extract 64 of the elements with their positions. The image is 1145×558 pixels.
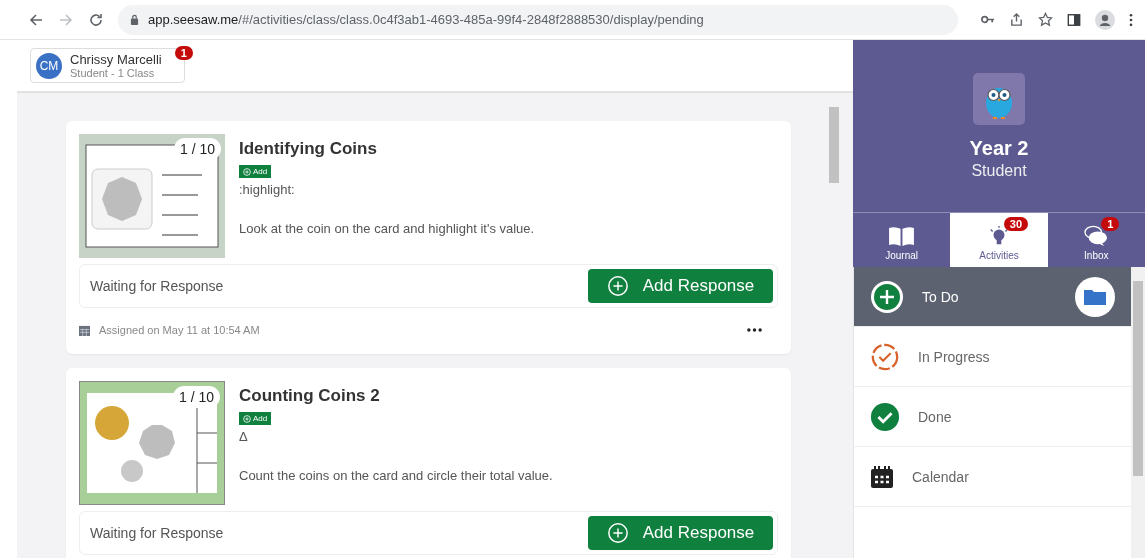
count-badge: 1	[1101, 217, 1120, 231]
user-subtitle: Student - 1 Class	[70, 67, 156, 79]
tab-label: Inbox	[1084, 250, 1109, 261]
plus-circle-icon	[243, 167, 251, 176]
plus-circle-icon	[606, 522, 629, 544]
activity-title: Counting Coins 2	[239, 386, 380, 406]
dashed-check-icon	[870, 341, 900, 372]
activity-image[interactable]: 1 / 10	[79, 381, 225, 505]
tab-label: Activities	[979, 250, 1019, 261]
folder-icon[interactable]	[1075, 276, 1115, 317]
plus-circle-icon	[243, 414, 251, 423]
filter-label: To Do	[922, 288, 959, 305]
filter-label: Calendar	[912, 468, 969, 485]
assigned-date: Assigned on May 11 at 10:54 AM	[99, 324, 260, 336]
class-name: Year 2	[969, 136, 1029, 160]
activity-image[interactable]: 1 / 10	[79, 134, 225, 258]
owl-icon	[973, 72, 1025, 125]
share-icon[interactable]	[1009, 12, 1024, 27]
response-status: Waiting for Response	[90, 278, 224, 294]
add-tag[interactable]: Add	[239, 412, 272, 425]
star-icon[interactable]	[1038, 12, 1053, 27]
user-name: Chrissy Marcelli	[70, 52, 162, 67]
tool-prompt: :highlight:	[239, 182, 295, 197]
activity-description: Look at the coin on the card and highlight it's value.	[239, 221, 535, 236]
activity-filter-item[interactable]: Done	[854, 387, 1131, 447]
scrollbar[interactable]	[1131, 267, 1145, 558]
nav-tab[interactable]: Inbox 1	[1047, 213, 1145, 267]
page-counter: 1 / 10	[172, 386, 220, 408]
lightbulb-icon	[988, 225, 1010, 247]
add-response-button[interactable]: Add Response	[588, 269, 773, 303]
address-bar[interactable]: app.seesaw.me/#/activities/class/class.0c4f3ab1-4693-485a-99f4-2848f2888530/display/pending	[118, 4, 958, 35]
calendar-icon	[79, 324, 90, 336]
activity-title: Identifying Coins	[239, 139, 377, 159]
plus-circle-icon	[606, 275, 629, 297]
url-text: app.seesaw.me/#/activities/class/class.0c4f3ab1-4693-485a-99f4-2848f2888530/display/pending	[148, 12, 704, 27]
activity-description: Count the coins on the card and circle their total value.	[239, 468, 553, 483]
plus-circle-icon	[870, 279, 904, 314]
book-icon	[888, 226, 916, 247]
nav-tab[interactable]: Journal	[853, 213, 951, 267]
tool-prompt: Δ	[239, 429, 248, 444]
calendar-icon	[870, 464, 894, 489]
profile-icon[interactable]	[1095, 9, 1115, 30]
add-response-button[interactable]: Add Response	[588, 516, 773, 550]
menu-icon[interactable]	[1129, 12, 1133, 27]
speech-bubbles-icon	[1083, 225, 1110, 247]
page-counter: 1 / 10	[173, 138, 221, 160]
check-circle-icon	[870, 401, 900, 432]
more-options-icon[interactable]	[747, 328, 762, 332]
activity-filter-item[interactable]: To Do	[854, 267, 1131, 327]
filter-label: In Progress	[918, 348, 990, 365]
filter-label: Done	[918, 408, 952, 425]
notification-badge: 1	[174, 46, 193, 60]
user-avatar: CM	[36, 52, 62, 79]
count-badge: 30	[1003, 217, 1029, 231]
response-status: Waiting for Response	[90, 525, 224, 541]
activity-filter-item[interactable]: Calendar	[854, 447, 1131, 507]
nav-tab[interactable]: Activities 30	[950, 213, 1048, 267]
reload-icon[interactable]	[88, 11, 104, 28]
lock-icon	[130, 14, 139, 25]
tab-label: Journal	[885, 250, 919, 261]
back-icon[interactable]	[28, 11, 44, 28]
role-label: Student	[971, 161, 1027, 180]
sidebar-icon[interactable]	[1067, 12, 1081, 27]
add-tag[interactable]: Add	[239, 165, 272, 178]
